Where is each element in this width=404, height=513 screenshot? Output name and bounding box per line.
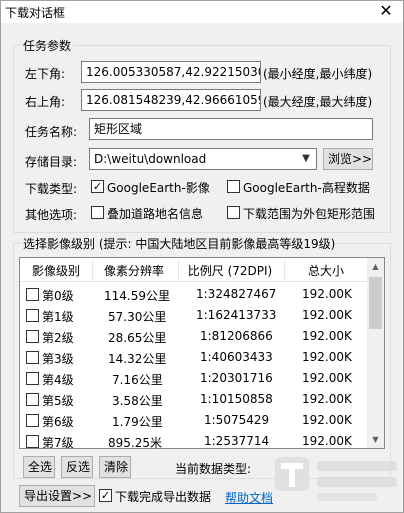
bottom-left-input[interactable]: 126.005330587,42.922150300 xyxy=(81,61,261,83)
scale-cell: 1:40603433 xyxy=(200,350,273,364)
col-size[interactable]: 总大小 xyxy=(286,262,366,279)
size-cell: 192.00K xyxy=(302,350,352,364)
clear-button[interactable]: 清除 xyxy=(99,456,131,478)
current-type-label: 当前数据类型: xyxy=(175,462,252,476)
resolution-cell: 3.58公里 xyxy=(112,394,163,408)
scale-cell: 1:5075429 xyxy=(204,413,270,427)
task-name-label: 任务名称: xyxy=(25,125,78,139)
task-params-label: 任务参数 xyxy=(21,37,74,54)
top-right-label: 右上角: xyxy=(25,95,66,109)
bottom-left-hint: (最小经度,最小纬度) xyxy=(263,67,373,81)
scale-cell: 1:20301716 xyxy=(200,371,273,385)
window-title: 下载对话框 xyxy=(5,6,66,20)
table-row[interactable]: 第0级 114.59公里 1:324827467 192.00K xyxy=(20,284,368,305)
size-cell: 192.00K xyxy=(302,392,352,406)
size-cell: 192.00K xyxy=(302,413,352,427)
export-settings-button[interactable]: 导出设置>> xyxy=(19,485,95,507)
level-checkbox[interactable] xyxy=(26,288,39,301)
help-docs-link[interactable]: 帮助文档 xyxy=(225,489,273,506)
levels-group-label: 选择影像级别 (提示: 中国大陆地区目前影像最高等级19级) xyxy=(21,235,338,252)
resolution-cell: 28.65公里 xyxy=(108,331,167,345)
level-checkbox[interactable] xyxy=(26,330,39,343)
table-row[interactable]: 第6级 1.79公里 1:5075429 192.00K xyxy=(20,410,368,431)
level-cell: 第5级 xyxy=(42,394,74,408)
level-checkbox[interactable] xyxy=(26,435,39,448)
scale-cell: 1:81206866 xyxy=(200,329,273,343)
resolution-cell: 895.25米 xyxy=(108,436,162,450)
googleearth-image-checkbox[interactable]: ✓ xyxy=(91,180,104,193)
level-cell: 第6级 xyxy=(42,415,74,429)
level-checkbox[interactable] xyxy=(26,309,39,322)
googleearth-elevation-label: GoogleEarth-高程数据 xyxy=(243,181,370,195)
col-resolution[interactable]: 像素分辨率 xyxy=(94,262,174,279)
resolution-cell: 114.59公里 xyxy=(104,289,170,303)
table-row[interactable]: 第1级 57.30公里 1:162413733 192.00K xyxy=(20,305,368,326)
table-row[interactable]: 第3级 14.32公里 1:40603433 192.00K xyxy=(20,347,368,368)
googleearth-image-label: GoogleEarth-影像 xyxy=(107,181,210,195)
size-cell: 192.00K xyxy=(302,329,352,343)
top-right-input[interactable]: 126.081548239,42.966610596 xyxy=(81,89,261,111)
levels-list-header: 影像级别 像素分辨率 比例尺 (72DPI) 总大小 xyxy=(20,258,368,282)
googleearth-elevation-checkbox[interactable] xyxy=(227,180,240,193)
top-right-hint: (最大经度,最大纬度) xyxy=(263,95,373,109)
size-cell: 192.00K xyxy=(302,308,352,322)
download-dialog: 下载对话框 ✕ 任务参数 左下角: 126.005330587,42.92215… xyxy=(0,0,404,513)
level-checkbox[interactable] xyxy=(26,414,39,427)
invert-selection-button[interactable]: 反选 xyxy=(61,456,93,478)
resolution-cell: 7.16公里 xyxy=(112,373,163,387)
browse-button[interactable]: 浏览>> xyxy=(323,148,373,170)
level-cell: 第7级 xyxy=(42,436,74,450)
scroll-up-icon[interactable]: ▲ xyxy=(367,258,384,275)
header-separator xyxy=(178,260,179,280)
table-row[interactable]: 第7级 895.25米 1:2537714 192.00K xyxy=(20,431,368,452)
task-name-input[interactable]: 矩形区域 xyxy=(89,118,373,140)
level-cell: 第0级 xyxy=(42,289,74,303)
title-bar[interactable]: 下载对话框 ✕ xyxy=(1,1,403,23)
size-cell: 192.00K xyxy=(302,371,352,385)
scale-cell: 1:2537714 xyxy=(204,434,270,448)
level-cell: 第2级 xyxy=(42,331,74,345)
storage-dir-value: D:\weitu\download xyxy=(94,152,207,166)
header-separator xyxy=(92,260,93,280)
col-scale[interactable]: 比例尺 (72DPI) xyxy=(180,262,280,279)
bottom-left-label: 左下角: xyxy=(25,67,66,81)
levels-scrollbar[interactable]: ▲ ▼ xyxy=(367,258,384,448)
col-level[interactable]: 影像级别 xyxy=(24,262,88,279)
export-on-finish-checkbox[interactable]: ✓ xyxy=(99,489,112,502)
table-row[interactable]: 第2级 28.65公里 1:81206866 192.00K xyxy=(20,326,368,347)
size-cell: 192.00K xyxy=(302,287,352,301)
header-separator xyxy=(284,260,285,280)
bounding-rect-checkbox[interactable] xyxy=(227,206,240,219)
table-row[interactable]: 第5级 3.58公里 1:10150858 192.00K xyxy=(20,389,368,410)
bounding-rect-label: 下载范围为外包矩形范围 xyxy=(243,207,376,221)
select-all-button[interactable]: 全选 xyxy=(23,456,55,478)
level-cell: 第1级 xyxy=(42,310,74,324)
level-checkbox[interactable] xyxy=(26,372,39,385)
overlay-roads-label: 叠加道路地名信息 xyxy=(107,207,204,221)
resolution-cell: 14.32公里 xyxy=(108,352,167,366)
download-type-label: 下载类型: xyxy=(25,182,78,196)
export-on-finish-label: 下载完成导出数据 xyxy=(115,490,212,504)
other-options-label: 其他选项: xyxy=(25,208,78,222)
table-row[interactable]: 第4级 7.16公里 1:20301716 192.00K xyxy=(20,368,368,389)
scale-cell: 1:162413733 xyxy=(196,308,277,322)
scroll-down-icon[interactable]: ▼ xyxy=(367,431,384,448)
level-cell: 第3级 xyxy=(42,352,74,366)
scale-cell: 1:324827467 xyxy=(196,287,277,301)
watermark-logo xyxy=(275,457,397,501)
scale-cell: 1:10150858 xyxy=(200,392,273,406)
level-checkbox[interactable] xyxy=(26,351,39,364)
resolution-cell: 57.30公里 xyxy=(108,310,167,324)
overlay-roads-checkbox[interactable] xyxy=(91,206,104,219)
chevron-down-icon[interactable]: ▼ xyxy=(298,150,314,168)
resolution-cell: 1.79公里 xyxy=(112,415,163,429)
close-button[interactable]: ✕ xyxy=(369,1,403,23)
storage-dir-select[interactable]: D:\weitu\download ▼ xyxy=(89,148,317,170)
level-checkbox[interactable] xyxy=(26,393,39,406)
levels-list[interactable]: 影像级别 像素分辨率 比例尺 (72DPI) 总大小 第0级 114.59公里 … xyxy=(19,257,385,452)
storage-dir-label: 存储目录: xyxy=(25,155,78,169)
size-cell: 192.00K xyxy=(302,434,352,448)
level-cell: 第4级 xyxy=(42,373,74,387)
scroll-thumb[interactable] xyxy=(369,277,382,329)
